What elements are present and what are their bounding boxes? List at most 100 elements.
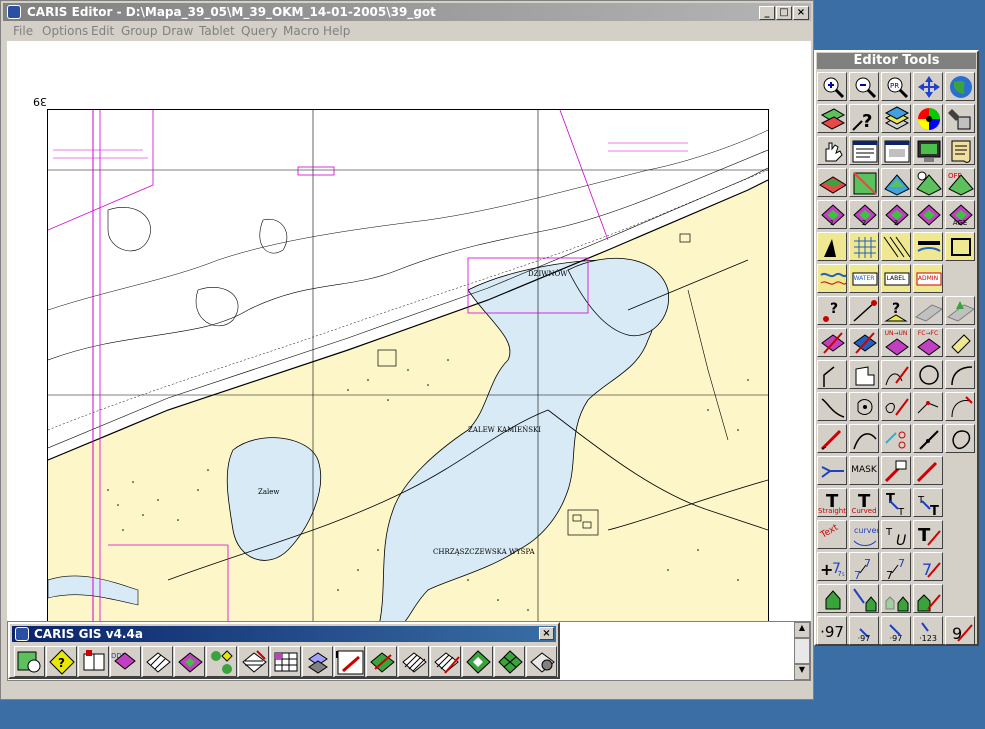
menu-group[interactable]: Group (121, 24, 158, 38)
frame-icon[interactable] (945, 232, 975, 261)
menu-help[interactable]: Help (323, 24, 350, 38)
text-edit-icon[interactable]: T (913, 520, 943, 549)
flow-arrow-icon[interactable] (817, 456, 847, 485)
split-icon[interactable] (881, 424, 911, 453)
gis-settings-icon[interactable] (526, 646, 557, 677)
admin-icon[interactable]: ADMIN (913, 264, 943, 293)
maximize-button[interactable]: □ (776, 6, 792, 20)
plane-icon[interactable] (913, 296, 943, 325)
pen-curve-icon[interactable] (849, 424, 879, 453)
polygon-icon[interactable] (849, 360, 879, 389)
line-draw-icon[interactable] (817, 360, 847, 389)
move-sounding-icon[interactable]: 77 (849, 552, 879, 581)
pan-icon[interactable] (913, 72, 943, 101)
map-border-icon[interactable] (849, 168, 879, 197)
symbol-edit-icon[interactable] (913, 584, 943, 613)
un-to-un-icon[interactable]: UN→UN (881, 328, 911, 357)
gis-map-search-icon[interactable] (14, 646, 45, 677)
gis-lines-icon[interactable] (398, 646, 429, 677)
gis-lines-edit-icon[interactable] (430, 646, 461, 677)
text-copy-icon[interactable]: TT (913, 488, 943, 517)
symbol-copy-icon[interactable] (881, 584, 911, 613)
depth-copy-icon[interactable]: ·97 (881, 616, 911, 645)
globe-icon[interactable] (945, 72, 975, 101)
gis-open-book-icon[interactable] (78, 646, 109, 677)
gis-symbols-icon[interactable] (206, 646, 237, 677)
gis-hatch-icon[interactable] (142, 646, 173, 677)
arc-icon[interactable] (945, 360, 975, 389)
depth-edit-icon[interactable]: ·123 (913, 616, 943, 645)
pointer-icon[interactable] (913, 424, 943, 453)
area-query-icon[interactable]: ? (881, 296, 911, 325)
monitor-icon[interactable] (913, 136, 943, 165)
layers-icon[interactable] (881, 104, 911, 133)
pen-white-icon[interactable] (881, 456, 911, 485)
gis-dde-icon[interactable]: DDE (110, 646, 141, 677)
lasso-icon[interactable] (945, 424, 975, 453)
fc-to-fc-icon[interactable]: FC→FC (913, 328, 943, 357)
rank-age-icon[interactable]: AGE (945, 200, 975, 229)
mask-icon[interactable]: MASK (849, 456, 879, 485)
gis-close-button[interactable]: × (539, 627, 554, 640)
vertex-edit-icon[interactable] (913, 392, 943, 421)
text-vertical-icon[interactable]: Text (817, 520, 847, 549)
gis-green-diamond-icon[interactable] (462, 646, 493, 677)
sounding-icon[interactable] (817, 232, 847, 261)
menu-options[interactable]: Options (42, 24, 88, 38)
map-canvas[interactable]: 39 ZALEW KAMIEŃSKI CHRZĄSZCZEWSKA WYSPA … (7, 41, 811, 621)
title-bar[interactable]: CARIS Editor - D:\Mapa_39_05\M_39_OKM_14… (3, 3, 811, 21)
gis-ms-dos-icon[interactable]: MS (334, 646, 365, 677)
symbol-add-icon[interactable] (817, 584, 847, 613)
gis-query-icon[interactable]: ? (46, 646, 77, 677)
paint-icon[interactable] (945, 104, 975, 133)
map-query-icon[interactable] (817, 104, 847, 133)
symbol-move-icon[interactable] (849, 584, 879, 613)
depth-move-icon[interactable]: ·97 (849, 616, 879, 645)
text-curved-alt-icon[interactable]: curved (849, 520, 879, 549)
menu-tablet[interactable]: Tablet (199, 24, 235, 38)
rank-2-icon[interactable]: 2 (849, 200, 879, 229)
hand-select-icon[interactable] (817, 136, 847, 165)
menu-macro[interactable]: Macro (283, 24, 319, 38)
gis-rank-icon[interactable] (174, 646, 205, 677)
gis-list-icon[interactable] (238, 646, 269, 677)
plane-green-icon[interactable] (945, 296, 975, 325)
scroll-down-button[interactable]: ▼ (794, 664, 810, 680)
water-line-icon[interactable] (817, 264, 847, 293)
menu-file[interactable]: File (13, 24, 33, 38)
join-curve-icon[interactable] (945, 392, 975, 421)
feature-move-icon[interactable] (817, 328, 847, 357)
menu-edit[interactable]: Edit (91, 24, 114, 38)
scroll-up-button[interactable]: ▲ (794, 622, 810, 638)
rank-3-icon[interactable]: 3 (881, 200, 911, 229)
add-sounding-icon[interactable]: +7 7₅ (817, 552, 847, 581)
curve-edit-icon[interactable] (881, 360, 911, 389)
color-wheel-icon[interactable] (913, 104, 943, 133)
gis-area-edit-icon[interactable] (366, 646, 397, 677)
line-edit-icon[interactable] (849, 296, 879, 325)
gis-title-bar[interactable]: CARIS GIS v4.4a × (12, 626, 556, 642)
menu-draw[interactable]: Draw (162, 24, 193, 38)
gis-green-grid-icon[interactable] (494, 646, 525, 677)
bridge-icon[interactable] (913, 232, 943, 261)
rank-off-icon[interactable] (913, 200, 943, 229)
window-icon[interactable] (881, 136, 911, 165)
copy-sounding-icon[interactable]: 77 (881, 552, 911, 581)
map-clip-icon[interactable] (881, 168, 911, 197)
menu-query[interactable]: Query (241, 24, 277, 38)
map-on-icon[interactable] (913, 168, 943, 197)
smooth-line-icon[interactable] (817, 392, 847, 421)
circle-icon[interactable] (913, 360, 943, 389)
island-edit-icon[interactable] (881, 392, 911, 421)
text-straight-icon[interactable]: T Straight (817, 488, 847, 517)
label-icon[interactable]: LABEL (881, 264, 911, 293)
zoom-out-icon[interactable] (849, 72, 879, 101)
depth-pen-icon[interactable]: 9 (945, 616, 975, 645)
grid-icon[interactable] (849, 232, 879, 261)
feature-copy-icon[interactable] (849, 328, 879, 357)
text-move-icon[interactable]: TT (881, 488, 911, 517)
pen-line-icon[interactable] (817, 424, 847, 453)
zoom-previous-icon[interactable]: PR (881, 72, 911, 101)
query-icon[interactable]: ? (849, 104, 879, 133)
nautical-chart[interactable]: ZALEW KAMIEŃSKI CHRZĄSZCZEWSKA WYSPA DZI… (47, 109, 769, 621)
